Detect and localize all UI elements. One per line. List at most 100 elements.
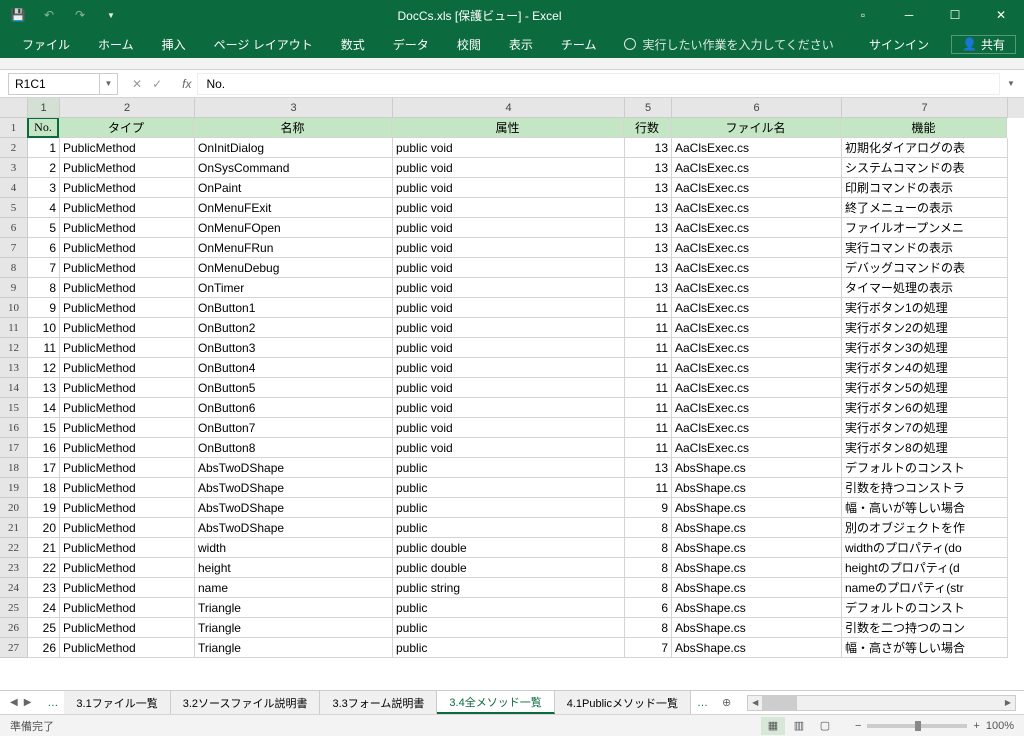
- normal-view-button[interactable]: ▦: [761, 717, 785, 735]
- cell[interactable]: 13: [625, 198, 672, 218]
- row-header[interactable]: 13: [0, 358, 28, 378]
- cell[interactable]: public void: [393, 238, 625, 258]
- cell[interactable]: public void: [393, 358, 625, 378]
- cell[interactable]: public void: [393, 318, 625, 338]
- cell[interactable]: public: [393, 478, 625, 498]
- cell[interactable]: タイマー処理の表示: [842, 278, 1008, 298]
- ribbon-tab[interactable]: 挿入: [148, 30, 200, 58]
- ribbon-tab[interactable]: チーム: [547, 30, 611, 58]
- cell[interactable]: PublicMethod: [60, 558, 195, 578]
- ribbon-tab[interactable]: ページ レイアウト: [200, 30, 327, 58]
- cell[interactable]: 13: [625, 458, 672, 478]
- row-header[interactable]: 10: [0, 298, 28, 318]
- cell[interactable]: AbsShape.cs: [672, 498, 842, 518]
- cell[interactable]: 11: [625, 478, 672, 498]
- cell[interactable]: 8: [625, 618, 672, 638]
- cell[interactable]: PublicMethod: [60, 278, 195, 298]
- cell[interactable]: PublicMethod: [60, 158, 195, 178]
- cell[interactable]: PublicMethod: [60, 578, 195, 598]
- cell[interactable]: タイプ: [59, 118, 194, 138]
- cell[interactable]: OnMenuFRun: [195, 238, 393, 258]
- cell[interactable]: public: [393, 638, 625, 658]
- add-sheet-button[interactable]: ⊕: [714, 696, 739, 709]
- cell[interactable]: OnSysCommand: [195, 158, 393, 178]
- cell[interactable]: 8: [28, 278, 60, 298]
- cell[interactable]: OnMenuFExit: [195, 198, 393, 218]
- cell[interactable]: PublicMethod: [60, 138, 195, 158]
- cell[interactable]: 5: [28, 218, 60, 238]
- cell[interactable]: AbsTwoDShape: [195, 458, 393, 478]
- cell[interactable]: 13: [625, 278, 672, 298]
- cell[interactable]: PublicMethod: [60, 418, 195, 438]
- cell[interactable]: PublicMethod: [60, 178, 195, 198]
- cell[interactable]: 20: [28, 518, 60, 538]
- cell[interactable]: 6: [28, 238, 60, 258]
- row-header[interactable]: 11: [0, 318, 28, 338]
- cell[interactable]: 幅・高いが等しい場合: [842, 498, 1008, 518]
- row-header[interactable]: 2: [0, 138, 28, 158]
- cell[interactable]: 名称: [194, 118, 392, 138]
- tell-me[interactable]: 実行したい作業を入力してください: [610, 30, 847, 58]
- enter-formula-icon[interactable]: ✓: [152, 77, 162, 91]
- row-header[interactable]: 20: [0, 498, 28, 518]
- cell[interactable]: AbsTwoDShape: [195, 498, 393, 518]
- cell[interactable]: public double: [393, 538, 625, 558]
- cell[interactable]: public void: [393, 298, 625, 318]
- name-box-dropdown-icon[interactable]: ▼: [100, 73, 118, 95]
- cell[interactable]: PublicMethod: [60, 338, 195, 358]
- cell[interactable]: 14: [28, 398, 60, 418]
- cell[interactable]: デフォルトのコンスト: [842, 598, 1008, 618]
- cell[interactable]: 22: [28, 558, 60, 578]
- ribbon-tab[interactable]: 表示: [495, 30, 547, 58]
- redo-icon[interactable]: ↷: [72, 7, 88, 23]
- cell[interactable]: Triangle: [195, 618, 393, 638]
- cell[interactable]: AbsShape.cs: [672, 518, 842, 538]
- cell[interactable]: public void: [393, 418, 625, 438]
- cell[interactable]: AbsShape.cs: [672, 618, 842, 638]
- cell[interactable]: AbsShape.cs: [672, 558, 842, 578]
- cell[interactable]: name: [195, 578, 393, 598]
- signin-button[interactable]: サインイン: [855, 36, 943, 53]
- cell[interactable]: PublicMethod: [60, 218, 195, 238]
- col-header[interactable]: 4: [393, 98, 625, 118]
- col-header[interactable]: 3: [195, 98, 393, 118]
- cell[interactable]: 11: [625, 298, 672, 318]
- cell[interactable]: AaClsExec.cs: [672, 158, 842, 178]
- row-header[interactable]: 21: [0, 518, 28, 538]
- cell[interactable]: public: [393, 598, 625, 618]
- cell[interactable]: 2: [28, 158, 60, 178]
- cell[interactable]: PublicMethod: [60, 498, 195, 518]
- select-all-button[interactable]: [0, 98, 28, 118]
- cell[interactable]: 11: [625, 418, 672, 438]
- row-header[interactable]: 18: [0, 458, 28, 478]
- cell[interactable]: public string: [393, 578, 625, 598]
- cell[interactable]: AaClsExec.cs: [672, 398, 842, 418]
- cell[interactable]: AbsTwoDShape: [195, 478, 393, 498]
- cell[interactable]: 21: [28, 538, 60, 558]
- cell[interactable]: 9: [625, 498, 672, 518]
- ribbon-tab[interactable]: ホーム: [84, 30, 148, 58]
- cell[interactable]: 8: [625, 578, 672, 598]
- cell[interactable]: 13: [625, 178, 672, 198]
- spreadsheet-grid[interactable]: 1No.タイプ名称属性行数ファイル名機能21PublicMethodOnInit…: [0, 118, 1024, 690]
- page-layout-button[interactable]: ▥: [787, 717, 811, 735]
- cell[interactable]: 8: [625, 538, 672, 558]
- cell[interactable]: No.: [27, 118, 59, 138]
- cell[interactable]: OnInitDialog: [195, 138, 393, 158]
- fx-label[interactable]: fx: [176, 77, 197, 91]
- row-header[interactable]: 9: [0, 278, 28, 298]
- close-button[interactable]: ✕: [978, 0, 1024, 30]
- cell[interactable]: AaClsExec.cs: [672, 138, 842, 158]
- scroll-right-icon[interactable]: ▶: [1001, 696, 1015, 710]
- cell[interactable]: public void: [393, 158, 625, 178]
- cell[interactable]: 23: [28, 578, 60, 598]
- cell[interactable]: 行数: [624, 118, 671, 138]
- cell[interactable]: 11: [625, 378, 672, 398]
- row-header[interactable]: 19: [0, 478, 28, 498]
- cell[interactable]: デバッグコマンドの表: [842, 258, 1008, 278]
- cell[interactable]: public void: [393, 338, 625, 358]
- cell[interactable]: 実行ボタン6の処理: [842, 398, 1008, 418]
- cell[interactable]: public void: [393, 198, 625, 218]
- cell[interactable]: 4: [28, 198, 60, 218]
- cell[interactable]: nameのプロパティ(str: [842, 578, 1008, 598]
